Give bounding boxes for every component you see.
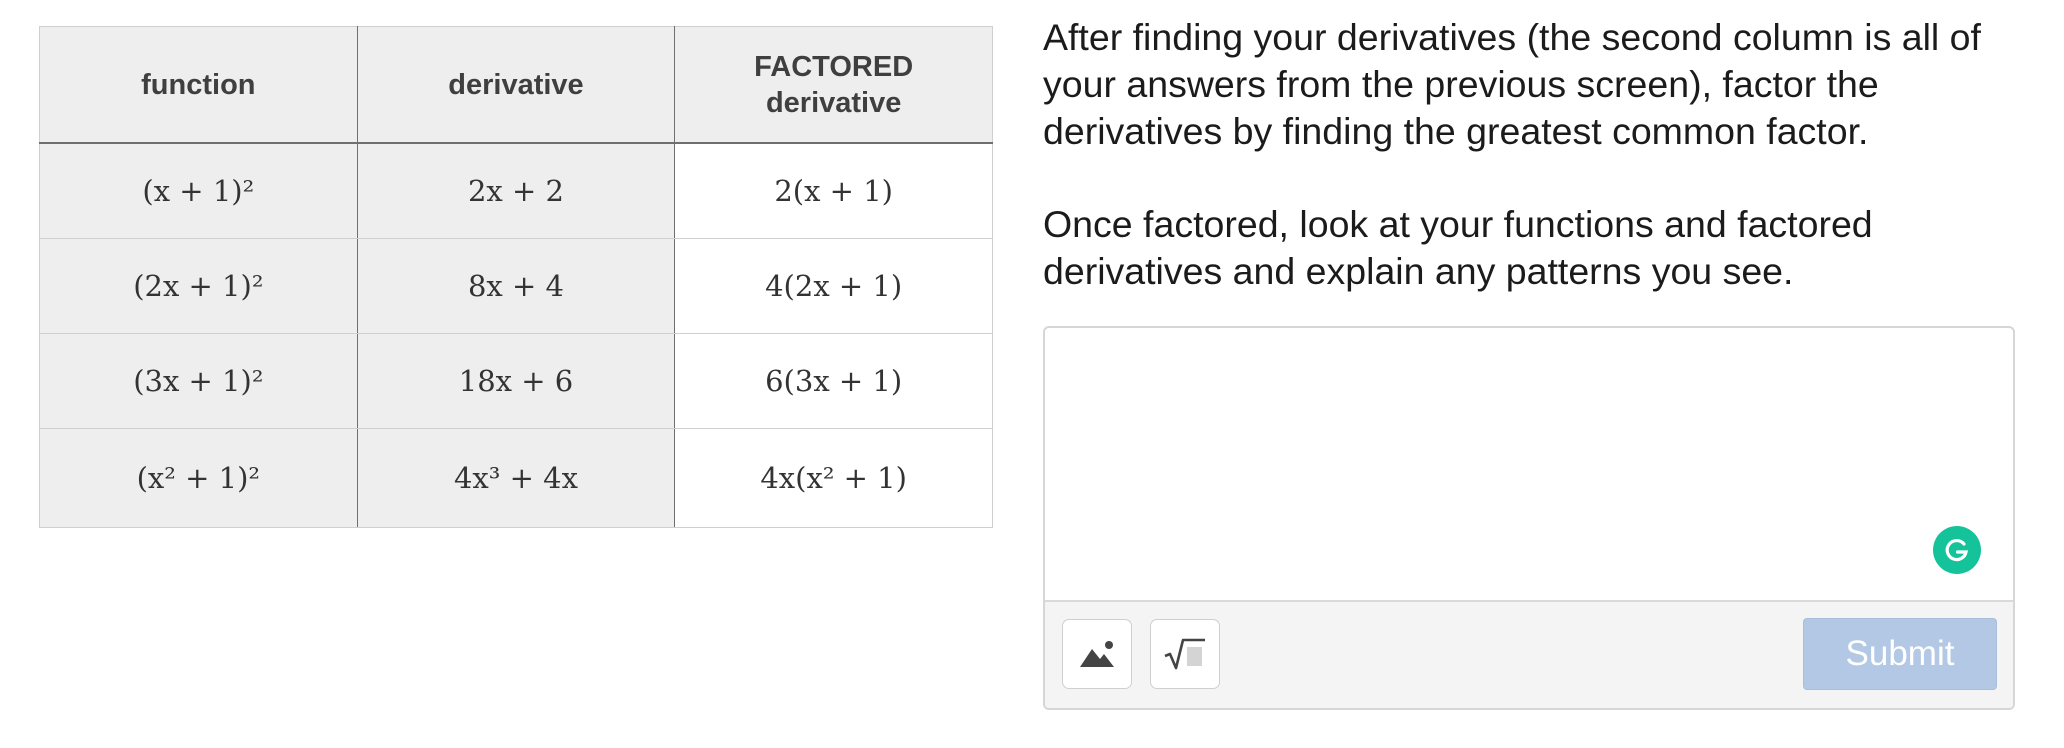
square-root-icon — [1164, 638, 1205, 670]
header-factored-derivative: FACTORED derivative — [674, 26, 993, 144]
table-row: (x² + 1)² 4x³ + 4x 4x(x² + 1) — [39, 428, 993, 528]
response-toolbar: Submit — [1045, 600, 2013, 708]
derivative-cell: 8x + 4 — [356, 238, 676, 334]
header-factored-line2: derivative — [765, 86, 902, 119]
image-icon — [1080, 641, 1114, 667]
submit-button[interactable]: Submit — [1803, 618, 1997, 690]
grammarly-icon[interactable] — [1933, 526, 1981, 574]
function-cell: (x² + 1)² — [39, 428, 358, 528]
response-box: Submit — [1043, 326, 2015, 710]
function-cell: (3x + 1)² — [39, 333, 358, 429]
header-derivative: derivative — [356, 26, 676, 144]
insert-image-button[interactable] — [1062, 619, 1132, 689]
prompt-paragraph-instructions: After finding your derivatives (the seco… — [1043, 16, 1981, 152]
grammarly-g-glyph — [1945, 539, 1968, 562]
table-row: (3x + 1)² 18x + 6 6(3x + 1) — [39, 333, 993, 429]
factored-derivative-cell[interactable]: 2(x + 1) — [674, 142, 993, 239]
derivative-cell: 2x + 2 — [356, 142, 676, 239]
factored-derivative-cell[interactable]: 4x(x² + 1) — [674, 428, 993, 528]
factored-derivative-cell[interactable]: 6(3x + 1) — [674, 333, 993, 429]
prompt-paragraph-question: Once factored, look at your functions an… — [1043, 203, 1873, 292]
header-factored-line1: FACTORED — [754, 50, 914, 83]
factored-derivative-cell[interactable]: 4(2x + 1) — [674, 238, 993, 334]
table-header-row: function derivative FACTORED derivative — [39, 26, 993, 144]
derivative-cell: 18x + 6 — [356, 333, 676, 429]
derivative-cell: 4x³ + 4x — [356, 428, 676, 528]
header-function: function — [39, 26, 358, 144]
response-input[interactable] — [1045, 328, 2013, 600]
insert-math-button[interactable] — [1150, 619, 1220, 689]
function-cell: (2x + 1)² — [39, 238, 358, 334]
derivatives-table: function derivative FACTORED derivative … — [39, 26, 993, 528]
function-cell: (x + 1)² — [39, 142, 358, 239]
table-row: (2x + 1)² 8x + 4 4(2x + 1) — [39, 238, 993, 334]
table-row: (x + 1)² 2x + 2 2(x + 1) — [39, 142, 993, 239]
question-prompt: After finding your derivatives (the seco… — [1043, 14, 2003, 341]
